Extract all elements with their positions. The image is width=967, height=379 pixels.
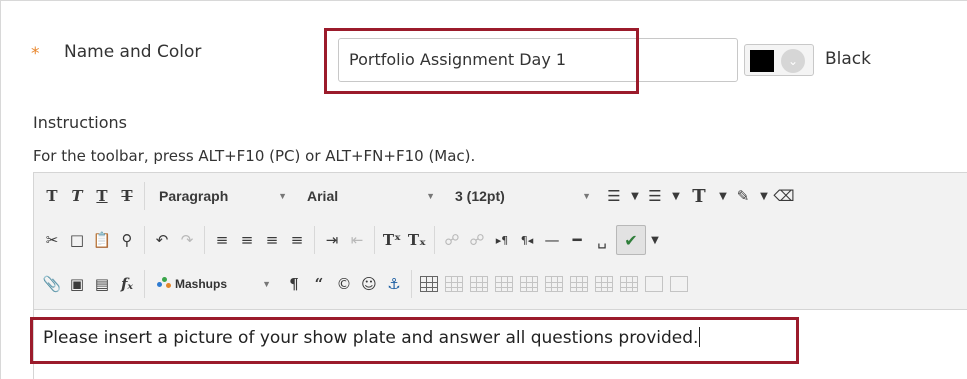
mashups-icon [157, 277, 171, 291]
table-split-cells-icon[interactable] [593, 269, 615, 299]
redo-icon[interactable]: ↷ [176, 225, 198, 255]
chevron-down-icon[interactable]: ▼ [648, 225, 662, 255]
color-name: Black [825, 49, 871, 69]
table-cell-props-icon[interactable] [643, 269, 665, 299]
toolbar-help-text: For the toolbar, press ALT+F10 (PC) or A… [33, 147, 476, 165]
instructions-label: Instructions [33, 113, 127, 132]
insert-image-icon[interactable]: ▣ [66, 269, 88, 299]
nonbreaking-space-icon[interactable]: ␣ [591, 225, 613, 255]
toolbar-row-3: 📎 ▣ ▤ fₓ Mashups ▼ ¶ “ © ☺ ⚓ [41, 266, 693, 302]
align-center-icon[interactable]: ≡ [236, 225, 258, 255]
italic-button[interactable]: T [66, 181, 88, 211]
blockquote-icon[interactable]: “ [308, 269, 330, 299]
paragraph-select[interactable]: Paragraph ▼ [151, 181, 293, 211]
chevron-down-icon[interactable]: ▼ [716, 181, 730, 211]
undo-icon[interactable]: ↶ [151, 225, 173, 255]
paragraph-mark-icon[interactable]: ¶ [283, 269, 305, 299]
toolbar-separator [374, 226, 375, 254]
name-highlight-box [324, 28, 639, 94]
horizontal-rule-icon[interactable]: ━ [566, 225, 588, 255]
unlink-icon[interactable]: ☍ [466, 225, 488, 255]
table-row-props-icon[interactable] [668, 269, 690, 299]
chevron-down-icon: ▼ [426, 191, 435, 201]
paste-icon[interactable]: 📋 [91, 225, 113, 255]
rtl-direction-icon[interactable]: ¶◂ [516, 225, 538, 255]
required-marker: * [31, 44, 40, 64]
insert-media-icon[interactable]: ▤ [91, 269, 113, 299]
outdent-icon[interactable]: ⇤ [346, 225, 368, 255]
horizontal-line-icon[interactable]: — [541, 225, 563, 255]
ltr-direction-icon[interactable]: ▸¶ [491, 225, 513, 255]
toolbar-separator [144, 182, 145, 210]
toolbar-separator [144, 270, 145, 298]
align-left-icon[interactable]: ≡ [211, 225, 233, 255]
toolbar-separator [144, 226, 145, 254]
chevron-down-icon: ▼ [278, 191, 287, 201]
editor-highlight-box [30, 317, 799, 364]
table-row-after-icon[interactable] [468, 269, 490, 299]
table-delete-col-icon[interactable] [568, 269, 590, 299]
frame-left-border [0, 0, 1, 379]
bullet-list-icon[interactable]: ☰ [603, 181, 625, 211]
toolbar-separator [204, 226, 205, 254]
attachment-icon[interactable]: 📎 [41, 269, 63, 299]
numbered-list-icon[interactable]: ☰ [644, 181, 666, 211]
bold-button[interactable]: T [41, 181, 63, 211]
toolbar-row-1: T T T T Paragraph ▼ Arial ▼ 3 (12pt) ▼ ☰ ▼ … [41, 178, 798, 214]
toolbar-row-2: ✂ □ 📋 ⚲ ↶ ↷ ≡ ≡ ≡ ≡ ⇥ ⇤ Tˣ Tₓ ☍ ☍ ▸¶ ¶◂ … [41, 222, 664, 258]
link-icon[interactable]: ☍ [441, 225, 463, 255]
table-delete-row-icon[interactable] [493, 269, 515, 299]
anchor-icon[interactable]: ⚓ [383, 269, 405, 299]
chevron-down-icon[interactable]: ▼ [669, 181, 683, 211]
table-col-after-icon[interactable] [543, 269, 565, 299]
toolbar-separator [434, 226, 435, 254]
align-justify-icon[interactable]: ≡ [286, 225, 308, 255]
insert-table-icon[interactable] [418, 269, 440, 299]
underline-button[interactable]: T [91, 181, 113, 211]
mashups-select[interactable]: Mashups ▼ [151, 269, 277, 299]
color-picker[interactable]: ⌄ [744, 44, 814, 76]
chevron-down-icon: ▼ [262, 279, 271, 289]
table-col-before-icon[interactable] [518, 269, 540, 299]
chevron-down-icon[interactable]: ▼ [757, 181, 771, 211]
name-and-color-label: Name and Color [64, 42, 202, 62]
copyright-icon[interactable]: © [333, 269, 355, 299]
font-family-select[interactable]: Arial ▼ [299, 181, 441, 211]
find-icon[interactable]: ⚲ [116, 225, 138, 255]
editor-toolbar: T T T T Paragraph ▼ Arial ▼ 3 (12pt) ▼ ☰ ▼ … [33, 172, 967, 310]
subscript-icon[interactable]: Tₓ [406, 225, 428, 255]
toolbar-separator [411, 270, 412, 298]
indent-icon[interactable]: ⇥ [321, 225, 343, 255]
font-size-select[interactable]: 3 (12pt) ▼ [447, 181, 597, 211]
chevron-down-icon[interactable]: ▼ [628, 181, 642, 211]
align-right-icon[interactable]: ≡ [261, 225, 283, 255]
text-color-icon[interactable]: T [685, 181, 713, 211]
chevron-down-icon[interactable]: ⌄ [781, 49, 805, 73]
frame-top-border [0, 0, 967, 1]
table-row-before-icon[interactable] [443, 269, 465, 299]
toolbar-separator [314, 226, 315, 254]
cut-icon[interactable]: ✂ [41, 225, 63, 255]
chevron-down-icon: ▼ [582, 191, 591, 201]
spellcheck-icon[interactable]: ✔ [616, 225, 646, 255]
copy-icon[interactable]: □ [66, 225, 88, 255]
eraser-icon[interactable]: ⌫ [773, 181, 795, 211]
table-merge-cells-icon[interactable] [618, 269, 640, 299]
color-swatch [750, 50, 774, 72]
strikethrough-button[interactable]: T [116, 181, 138, 211]
superscript-icon[interactable]: Tˣ [381, 225, 403, 255]
emoticon-icon[interactable]: ☺ [358, 269, 380, 299]
highlight-pen-icon[interactable]: ✎ [732, 181, 754, 211]
math-formula-icon[interactable]: fₓ [116, 269, 138, 299]
